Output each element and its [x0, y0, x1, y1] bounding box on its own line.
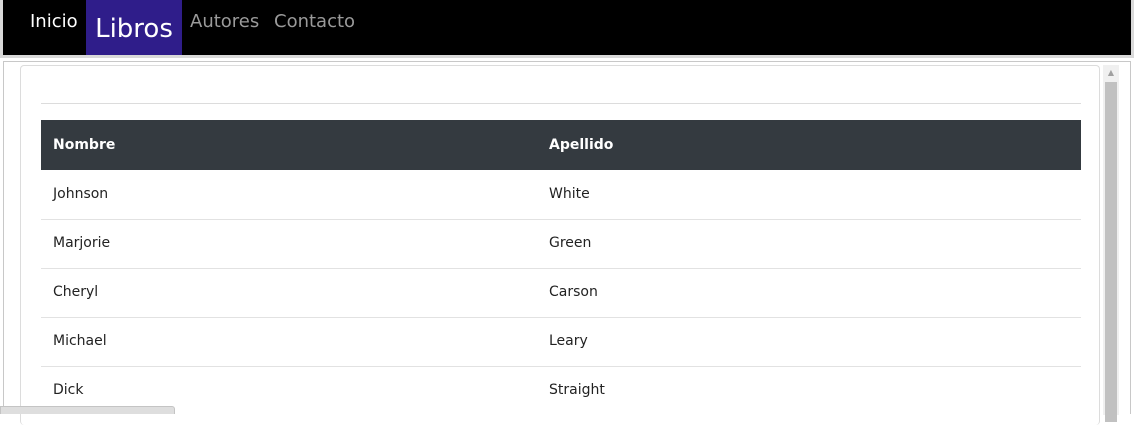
- scroll-thumb[interactable]: [1105, 82, 1117, 422]
- nav-item-contacto[interactable]: Contacto: [274, 0, 355, 55]
- nav-item-autores[interactable]: Autores: [190, 0, 259, 55]
- vertical-scrollbar[interactable]: ▲: [1103, 65, 1119, 422]
- cell-apellido: White: [549, 186, 590, 202]
- cell-apellido: Green: [549, 235, 592, 251]
- cell-nombre: Michael: [53, 333, 107, 349]
- authors-card: Nombre Apellido Johnson White Marjorie G…: [20, 65, 1100, 425]
- content-frame: Nombre Apellido Johnson White Marjorie G…: [3, 61, 1131, 425]
- cell-apellido: Straight: [549, 382, 605, 398]
- top-navbar: Inicio Libros Autores Contacto: [0, 0, 1134, 58]
- scroll-up-arrow-icon[interactable]: ▲: [1103, 65, 1119, 81]
- nav-item-inicio[interactable]: Inicio: [30, 0, 78, 55]
- cell-nombre: Marjorie: [53, 235, 111, 251]
- table-row: Marjorie Green: [41, 219, 1081, 269]
- table-row: Johnson White: [41, 170, 1081, 220]
- table-row: Dick Straight: [41, 366, 1081, 415]
- cell-apellido: Leary: [549, 333, 588, 349]
- column-header-nombre: Nombre: [53, 137, 116, 153]
- table-header: Nombre Apellido: [41, 120, 1081, 170]
- browser-status-bar: [0, 406, 175, 414]
- cell-apellido: Carson: [549, 284, 598, 300]
- nav-item-libros[interactable]: Libros: [86, 0, 182, 55]
- card-divider: [41, 103, 1081, 104]
- table-row: Michael Leary: [41, 317, 1081, 367]
- cell-nombre: Cheryl: [53, 284, 99, 300]
- table-row: Cheryl Carson: [41, 268, 1081, 318]
- column-header-apellido: Apellido: [549, 137, 614, 153]
- cell-nombre: Johnson: [53, 186, 109, 202]
